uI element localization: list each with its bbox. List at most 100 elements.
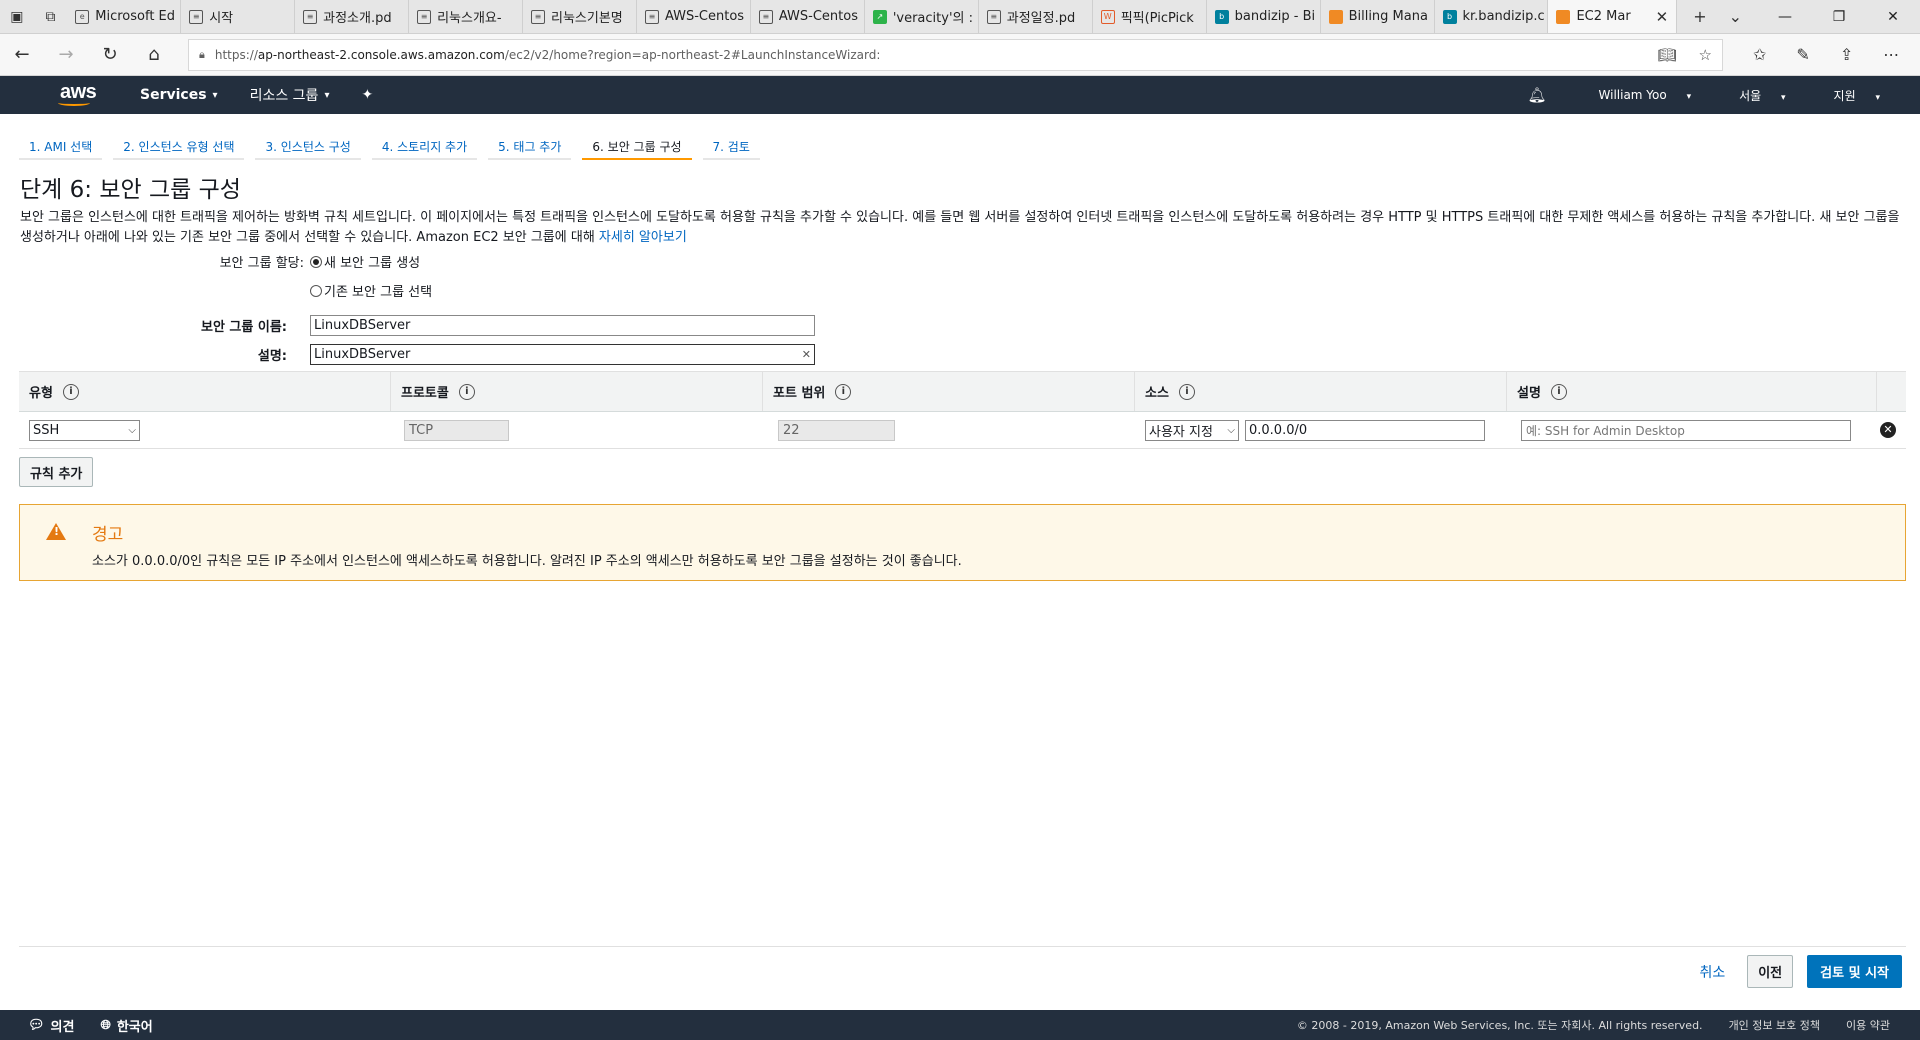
- cancel-link[interactable]: 취소: [1699, 962, 1725, 982]
- header-source: 소스 i: [1135, 372, 1507, 411]
- step-configure-instance[interactable]: 3. 인스턴스 구성: [255, 132, 361, 160]
- support-menu[interactable]: 지원 ▾: [1802, 87, 1920, 104]
- edge-icon: e: [75, 9, 90, 24]
- previous-button[interactable]: 이전: [1747, 955, 1794, 988]
- language-selector[interactable]: 한국어: [117, 1016, 153, 1035]
- privacy-link[interactable]: 개인 정보 보호 정책: [1729, 1017, 1820, 1033]
- browser-tab[interactable]: ≡ 과정소개.pd: [295, 0, 410, 33]
- radio-unselected-icon[interactable]: [310, 284, 322, 297]
- warning-icon: [46, 523, 66, 540]
- radio-new-group[interactable]: 새 보안 그룹 생성: [310, 252, 420, 271]
- assign-row: 보안 그룹 할당: 새 보안 그룹 생성: [0, 252, 1920, 271]
- close-window-icon[interactable]: ✕: [1866, 9, 1920, 25]
- user-menu[interactable]: William Yoo ▾: [1567, 88, 1708, 102]
- browser-tab[interactable]: b kr.bandizip.c: [1435, 0, 1549, 33]
- green-icon: ↗: [872, 9, 887, 24]
- info-icon[interactable]: i: [62, 383, 79, 400]
- browser-tab[interactable]: ≡ AWS-Centos: [637, 0, 751, 33]
- info-icon[interactable]: i: [1550, 383, 1567, 400]
- home-icon[interactable]: ⌂: [132, 44, 176, 65]
- clear-input-icon[interactable]: ✕: [802, 348, 811, 361]
- url-field[interactable]: 🔒︎ https://ap-northeast-2.console.aws.am…: [188, 38, 1723, 71]
- browser-tab[interactable]: ≡ 과정일정.pd: [979, 0, 1093, 33]
- set-aside-tabs-icon[interactable]: ⧉: [34, 0, 68, 33]
- page-title: 단계 6: 보안 그룹 구성: [20, 177, 241, 203]
- source-mode-select[interactable]: 사용자 지정 ⌵: [1145, 419, 1239, 441]
- security-group-name-input[interactable]: LinuxDBServer: [310, 315, 815, 336]
- pin-icon[interactable]: ✦: [345, 87, 389, 103]
- feedback-link[interactable]: 의견: [51, 1016, 75, 1035]
- restore-icon[interactable]: ❐: [1812, 9, 1866, 25]
- page-description: 보안 그룹은 인스턴스에 대한 트래픽을 제어하는 방화벽 규칙 세트입니다. …: [20, 210, 1900, 245]
- region-menu[interactable]: 서울 ▾: [1707, 87, 1801, 104]
- radio-selected-icon[interactable]: [310, 255, 322, 268]
- new-tab-icon[interactable]: +: [1693, 7, 1706, 26]
- radio-existing-group[interactable]: 기존 보안 그룹 선택: [310, 281, 432, 300]
- resource-groups-menu[interactable]: 리소스 그룹 ▾: [234, 85, 346, 105]
- chevron-down-icon: ▾: [324, 89, 330, 101]
- add-rule-button[interactable]: 규칙 추가: [19, 457, 94, 487]
- aws-logo[interactable]: aws: [0, 82, 124, 106]
- warning-message: 소스가 0.0.0.0/0인 규칙은 모든 IP 주소에서 인스턴스에 액세스하…: [92, 554, 962, 569]
- review-and-launch-button[interactable]: 검토 및 시작: [1807, 955, 1902, 988]
- aws-top-nav: aws Services ▾ 리소스 그룹 ▾ ✦ 🔔︎ William Yoo ▾…: [0, 76, 1920, 114]
- step-security-group[interactable]: 6. 보안 그룹 구성: [582, 132, 692, 160]
- share-icon[interactable]: ⇪: [1840, 45, 1853, 64]
- browser-tab[interactable]: b bandizip - Bi: [1207, 0, 1321, 33]
- step-instance-type[interactable]: 2. 인스턴스 유형 선택: [113, 132, 245, 160]
- browser-tab[interactable]: ≡ 시작: [181, 0, 296, 33]
- minimize-icon[interactable]: —: [1758, 9, 1812, 25]
- step-add-storage[interactable]: 4. 스토리지 추가: [371, 132, 478, 160]
- notes-pen-icon[interactable]: ✎: [1796, 45, 1809, 64]
- browser-tab[interactable]: ↗'veracity'의 :: [865, 0, 979, 33]
- rule-description-input[interactable]: 예: SSH for Admin Desktop: [1521, 419, 1851, 441]
- info-icon[interactable]: i: [1178, 383, 1195, 400]
- close-tab-icon[interactable]: ✕: [1656, 8, 1669, 26]
- wizard-actions: 취소 이전 검토 및 시작: [19, 946, 1906, 996]
- browser-tab[interactable]: ≡ AWS-Centos: [751, 0, 865, 33]
- protocol-field: TCP: [404, 419, 509, 441]
- chevron-down-icon: ⌵: [1227, 424, 1235, 436]
- chevron-down-icon: ▾: [1875, 92, 1880, 103]
- browser-tab[interactable]: ≡ 리눅스개요-: [409, 0, 523, 33]
- existing-row: 기존 보안 그룹 선택: [0, 281, 1920, 300]
- bell-icon[interactable]: 🔔︎: [1511, 86, 1566, 104]
- browser-tab[interactable]: e Microsoft Ed: [67, 0, 182, 33]
- terms-link[interactable]: 이용 약관: [1846, 1017, 1890, 1033]
- tab-list-chevron-icon[interactable]: ⌄: [1729, 7, 1742, 26]
- page-icon: ≡: [303, 9, 318, 24]
- step-ami[interactable]: 1. AMI 선택: [19, 132, 103, 160]
- browser-tab[interactable]: W 픽픽(PicPick: [1093, 0, 1207, 33]
- source-cidr-input[interactable]: 0.0.0.0/0: [1245, 419, 1485, 441]
- reading-view-icon[interactable]: 📖︎: [1658, 46, 1677, 64]
- learn-more-link[interactable]: 자세히 알아보기: [599, 230, 687, 245]
- refresh-icon[interactable]: ↻: [88, 44, 132, 65]
- favorites-hub-icon[interactable]: ✩: [1753, 45, 1766, 64]
- info-icon[interactable]: i: [835, 383, 852, 400]
- security-group-description-input[interactable]: LinuxDBServer ✕: [310, 344, 815, 365]
- chevron-down-icon: ▾: [1781, 92, 1786, 103]
- browser-tab-active[interactable]: EC2 Mar ✕: [1548, 0, 1678, 33]
- url-domain: ap-northeast-2.console.aws.amazon.com: [257, 47, 505, 62]
- step-add-tags[interactable]: 5. 태그 추가: [488, 132, 572, 160]
- favorite-star-icon[interactable]: ☆: [1699, 46, 1712, 64]
- remove-rule-icon[interactable]: ✕: [1880, 422, 1896, 438]
- header-port-range: 포트 범위 i: [763, 372, 1135, 411]
- aws-box-icon: [1328, 9, 1343, 24]
- browser-tab-bar: ▣ ⧉ e Microsoft Ed ≡ 시작 ≡ 과정소개.pd ≡ 리눅스개요- ≡…: [0, 0, 1920, 34]
- forward-icon[interactable]: →: [44, 44, 88, 65]
- rules-header: 유형 i 프로토콜 i 포트 범위 i 소스 i 설명 i: [19, 371, 1906, 412]
- more-icon[interactable]: ⋯: [1883, 45, 1899, 64]
- tab-actions-icon[interactable]: ▣: [0, 0, 34, 33]
- step-review[interactable]: 7. 검토: [702, 132, 760, 160]
- feedback-icon: 💬︎: [28, 1017, 45, 1033]
- info-icon[interactable]: i: [458, 383, 475, 400]
- rule-type-select[interactable]: SSH ⌵: [29, 419, 140, 441]
- services-menu[interactable]: Services ▾: [124, 87, 234, 103]
- browser-tab[interactable]: Billing Mana: [1321, 0, 1435, 33]
- browser-tab[interactable]: ≡ 리눅스기본명: [523, 0, 637, 33]
- console-footer: 💬︎ 의견 🌐︎ 한국어 © 2008 - 2019, Amazon Web S…: [0, 1010, 1920, 1040]
- back-icon[interactable]: ←: [0, 44, 44, 65]
- name-label: 보안 그룹 이름:: [200, 320, 287, 335]
- warning-title: 경고: [92, 525, 124, 545]
